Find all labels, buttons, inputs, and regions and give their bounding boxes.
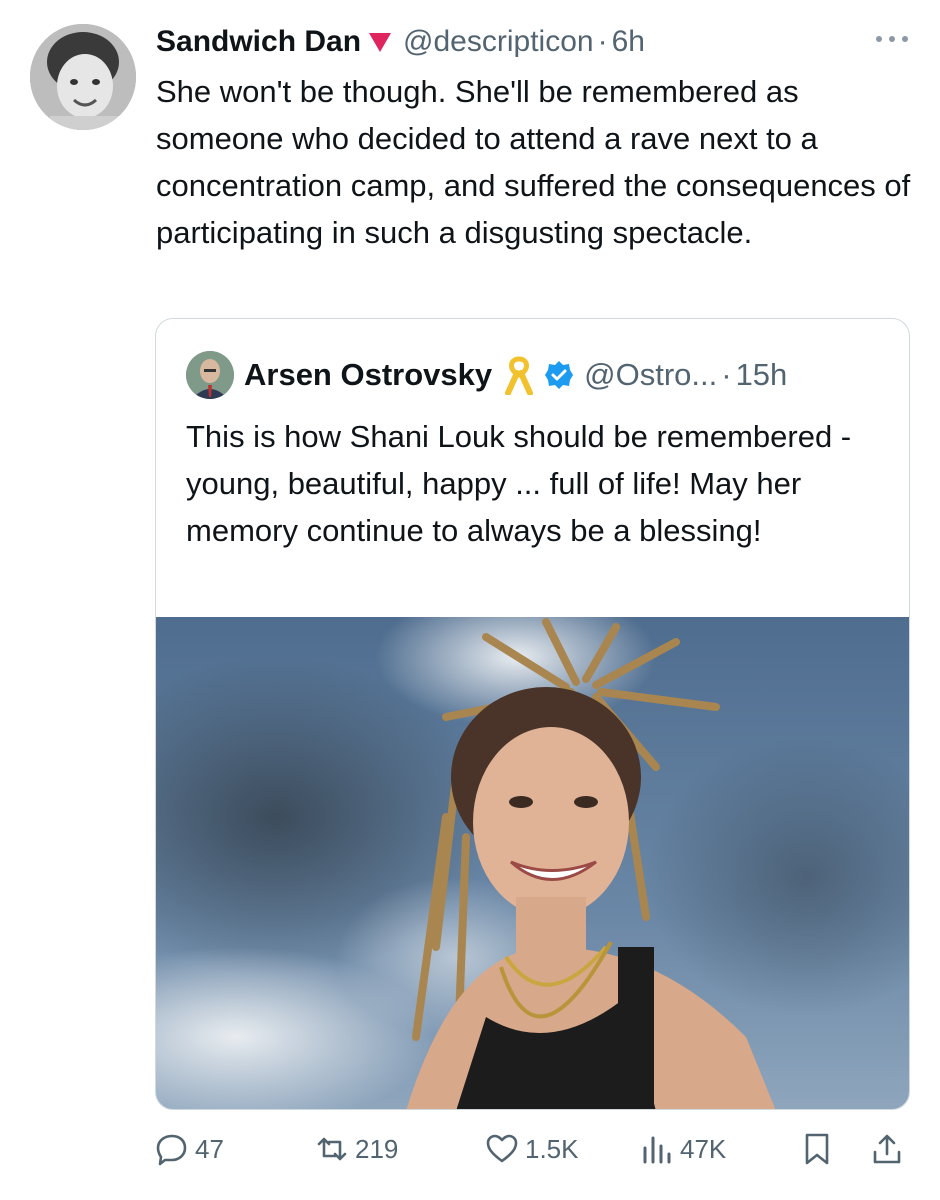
views-chart-icon bbox=[643, 1136, 671, 1164]
tweet-action-bar: 47 219 1.5K 47K bbox=[155, 1120, 915, 1180]
quoted-tweet-time[interactable]: 15h bbox=[736, 357, 788, 393]
more-dots-icon[interactable] bbox=[874, 32, 910, 46]
views-count: 47K bbox=[680, 1133, 727, 1164]
author-avatar-image bbox=[30, 24, 136, 130]
quoted-author-avatar[interactable] bbox=[186, 351, 234, 399]
reply-button[interactable]: 47 bbox=[155, 1132, 224, 1166]
bookmark-button[interactable] bbox=[800, 1132, 834, 1171]
share-icon bbox=[873, 1134, 901, 1164]
reply-icon bbox=[156, 1134, 187, 1166]
views-button[interactable]: 47K bbox=[640, 1132, 726, 1166]
quoted-author-name[interactable]: Arsen Ostrovsky bbox=[244, 357, 492, 393]
quoted-tweet-card[interactable]: Arsen Ostrovsky @Ostro... · 15h This is … bbox=[155, 318, 910, 1110]
quoted-tweet-text: This is how Shani Louk should be remembe… bbox=[186, 419, 852, 548]
quoted-author-handle[interactable]: @Ostro... bbox=[584, 357, 717, 393]
like-button[interactable]: 1.5K bbox=[485, 1132, 579, 1166]
repost-count: 219 bbox=[355, 1133, 399, 1164]
verified-badge-icon bbox=[545, 361, 574, 389]
quoted-avatar-image bbox=[186, 351, 234, 399]
quoted-tweet-photo[interactable] bbox=[156, 617, 909, 1109]
repost-icon bbox=[317, 1137, 347, 1161]
quoted-tweet-header: Arsen Ostrovsky @Ostro... · 15h bbox=[186, 349, 787, 401]
share-button[interactable] bbox=[870, 1132, 904, 1171]
quoted-header-separator: · bbox=[721, 357, 732, 392]
reply-count: 47 bbox=[195, 1133, 224, 1164]
author-avatar[interactable] bbox=[30, 24, 136, 130]
tweet-time[interactable]: 6h bbox=[612, 25, 645, 59]
heart-icon bbox=[486, 1134, 518, 1163]
bookmark-icon bbox=[805, 1133, 829, 1165]
repost-button[interactable]: 219 bbox=[315, 1132, 398, 1166]
tweet-header: Sandwich Dan @descripticon · 6h bbox=[156, 22, 645, 62]
like-count: 1.5K bbox=[525, 1133, 579, 1164]
header-separator: · bbox=[597, 25, 608, 58]
tweet-text: She won't be though. She'll be remembere… bbox=[156, 74, 911, 250]
yellow-ribbon-icon bbox=[505, 356, 534, 395]
author-name[interactable]: Sandwich Dan bbox=[156, 25, 361, 59]
photo-image bbox=[156, 617, 909, 1109]
red-triangle-icon bbox=[369, 33, 392, 52]
author-handle[interactable]: @descripticon bbox=[403, 25, 594, 59]
